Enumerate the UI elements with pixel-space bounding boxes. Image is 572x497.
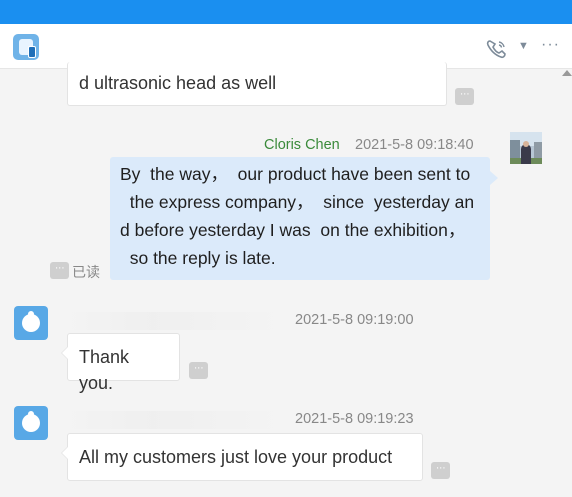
contact-avatar[interactable] xyxy=(14,306,48,340)
message-line: d before yesterday I was on the exhibiti… xyxy=(120,220,466,240)
message-timestamp: 2021-5-8 09:19:00 xyxy=(295,312,414,328)
message-more-button[interactable]: ··· xyxy=(50,262,69,279)
sender-name: Cloris Chen xyxy=(264,137,340,153)
sender-name-redacted xyxy=(62,411,287,429)
message-timestamp: 2021-5-8 09:18:40 xyxy=(355,137,474,153)
read-status-label: 已读 xyxy=(72,264,100,280)
phone-call-icon[interactable] xyxy=(486,39,508,59)
call-options-chevron-down-icon[interactable]: ▼ xyxy=(518,40,529,52)
message-line: so the reply is late. xyxy=(120,248,276,268)
message-line: the express company， since yesterday an xyxy=(120,192,475,212)
contact-avatar[interactable] xyxy=(14,406,48,440)
sender-name-redacted xyxy=(62,312,287,330)
app-logo-icon xyxy=(13,34,39,60)
message-text: All my customers just love your product xyxy=(79,447,393,467)
message-more-button[interactable]: ··· xyxy=(189,362,208,379)
title-bar xyxy=(0,0,572,24)
scroll-up-arrow-icon[interactable] xyxy=(562,70,572,76)
message-more-button[interactable]: ··· xyxy=(431,462,450,479)
message-bubble[interactable]: Thank you. xyxy=(61,333,180,393)
message-timestamp: 2021-5-8 09:19:23 xyxy=(295,411,414,427)
user-avatar[interactable] xyxy=(510,132,542,164)
more-options-button[interactable]: ··· xyxy=(541,36,560,54)
message-bubble-outgoing[interactable]: By the way， our product have been sent t… xyxy=(110,157,498,280)
message-text: Thank you. xyxy=(79,347,130,393)
message-text: d ultrasonic head as well xyxy=(79,73,277,93)
message-bubble[interactable]: All my customers just love your product xyxy=(61,433,423,481)
message-line: By the way， our product have been sent t… xyxy=(120,164,471,184)
message-more-button[interactable]: ··· xyxy=(455,88,474,105)
message-bubble[interactable]: d ultrasonic head as well xyxy=(67,62,447,106)
